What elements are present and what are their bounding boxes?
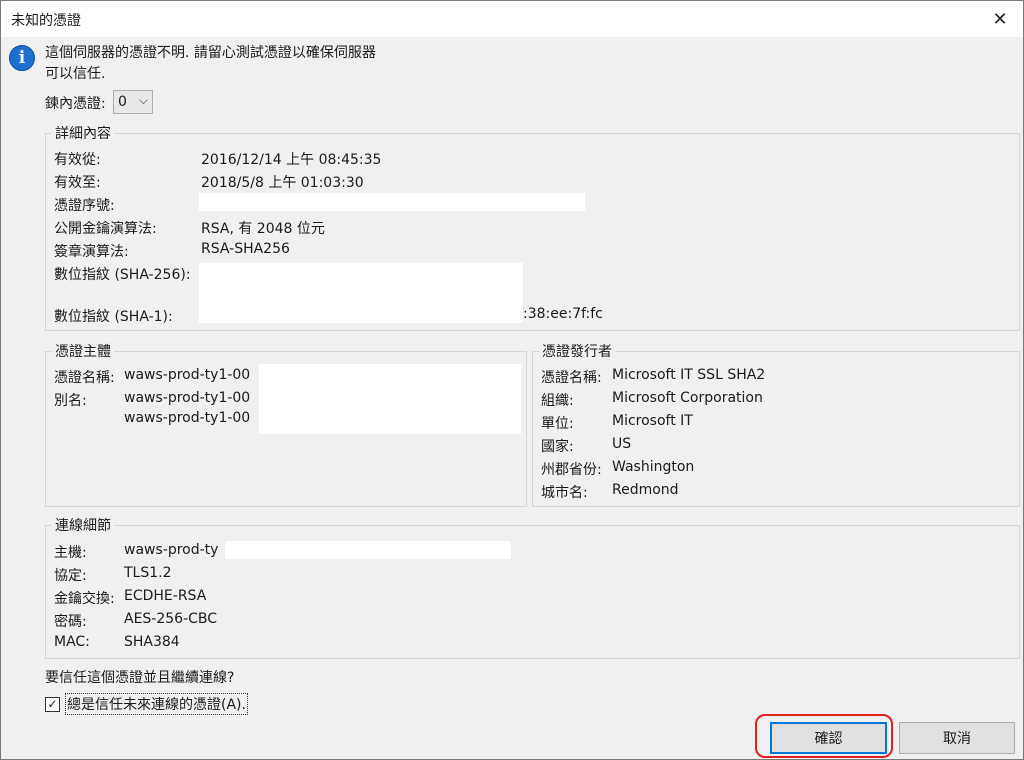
alias-value-1: waws-prod-ty1-00 — [124, 390, 251, 406]
host-label: 主機: — [54, 545, 87, 561]
cipher-label: 密碼: — [54, 614, 87, 630]
always-trust-option[interactable]: ✓ 總是信任未來連線的憑證(A). — [45, 693, 248, 715]
issuer-name-label: 憑證名稱: — [541, 370, 602, 386]
alias-value-2: waws-prod-ty1-00 — [124, 410, 251, 426]
warning-message: 這個伺服器的憑證不明. 請留心測試憑證以確保伺服器可以信任. — [45, 45, 376, 82]
chain-label: 鍊內憑證: — [45, 96, 106, 112]
certificate-dialog: 未知的憑證 ✕ i 這個伺服器的憑證不明. 請留心測試憑證以確保伺服器可以信任.… — [0, 0, 1024, 760]
connection-group: 連線細節 — [45, 515, 1020, 659]
connection-legend: 連線細節 — [55, 518, 111, 534]
window-title: 未知的憑證 — [11, 13, 81, 29]
issuer-country-label: 國家: — [541, 439, 574, 455]
issuer-city-value: Redmond — [612, 482, 679, 498]
redacted-serial — [199, 193, 585, 211]
sigalg-label: 簽章演算法: — [54, 244, 129, 260]
cipher-value: AES-256-CBC — [124, 611, 218, 627]
chain-select[interactable]: 0 ⌵ — [113, 90, 153, 114]
alias-label: 別名: — [54, 393, 87, 409]
pubkey-label: 公開金鑰演算法: — [54, 221, 157, 237]
always-trust-label: 總是信任未來連線的憑證(A). — [65, 693, 248, 715]
cancel-button[interactable]: 取消 — [899, 722, 1015, 754]
issuer-legend: 憑證發行者 — [542, 344, 612, 360]
valid-from-label: 有效從: — [54, 152, 101, 168]
redacted-host — [225, 541, 511, 559]
issuer-unit-value: Microsoft IT — [612, 413, 693, 429]
issuer-group: 憑證發行者 — [532, 341, 1020, 507]
subject-name-label: 憑證名稱: — [54, 370, 115, 386]
valid-to-value: 2018/5/8 上午 01:03:30 — [201, 175, 364, 191]
issuer-state-value: Washington — [612, 459, 695, 475]
mac-label: MAC: — [54, 634, 90, 650]
issuer-unit-label: 單位: — [541, 416, 574, 432]
check-icon: ✓ — [47, 697, 58, 711]
pubkey-value: RSA, 有 2048 位元 — [201, 221, 325, 237]
kex-label: 金鑰交換: — [54, 591, 115, 607]
trust-question: 要信任這個憑證並且繼續連線? — [45, 670, 235, 686]
chevron-down-icon: ⌵ — [138, 93, 148, 107]
issuer-org-value: Microsoft Corporation — [612, 390, 763, 406]
valid-from-value: 2016/12/14 上午 08:45:35 — [201, 152, 382, 168]
subject-name-value: waws-prod-ty1-00 — [124, 367, 251, 383]
subject-legend: 憑證主體 — [55, 344, 111, 360]
details-legend: 詳細內容 — [55, 126, 111, 142]
info-icon: i — [9, 45, 35, 71]
fp1-label: 數位指紋 (SHA-1): — [54, 309, 173, 325]
fp1-value: :38:ee:7f:fc — [523, 306, 603, 322]
title-bar: 未知的憑證 ✕ — [1, 1, 1023, 37]
redacted-subject — [259, 364, 521, 434]
close-icon: ✕ — [992, 8, 1008, 30]
kex-value: ECDHE-RSA — [124, 588, 207, 604]
close-button[interactable]: ✕ — [977, 1, 1023, 37]
chain-select-value: 0 — [118, 94, 127, 110]
ok-button-highlight — [755, 714, 893, 758]
valid-to-label: 有效至: — [54, 175, 101, 191]
mac-value: SHA384 — [124, 634, 180, 650]
host-value: waws-prod-ty — [124, 542, 219, 558]
always-trust-checkbox[interactable]: ✓ — [45, 696, 60, 712]
issuer-country-value: US — [612, 436, 632, 452]
redacted-fingerprint — [199, 263, 523, 323]
sigalg-value: RSA-SHA256 — [201, 241, 290, 257]
issuer-city-label: 城市名: — [541, 485, 588, 501]
issuer-org-label: 組織: — [541, 393, 574, 409]
serial-label: 憑證序號: — [54, 198, 115, 214]
protocol-value: TLS1.2 — [124, 565, 172, 581]
issuer-state-label: 州郡省份: — [541, 462, 602, 478]
issuer-name-value: Microsoft IT SSL SHA2 — [612, 367, 766, 383]
details-group: 詳細內容 — [45, 123, 1020, 331]
fp256-label: 數位指紋 (SHA-256): — [54, 267, 191, 283]
protocol-label: 協定: — [54, 568, 87, 584]
